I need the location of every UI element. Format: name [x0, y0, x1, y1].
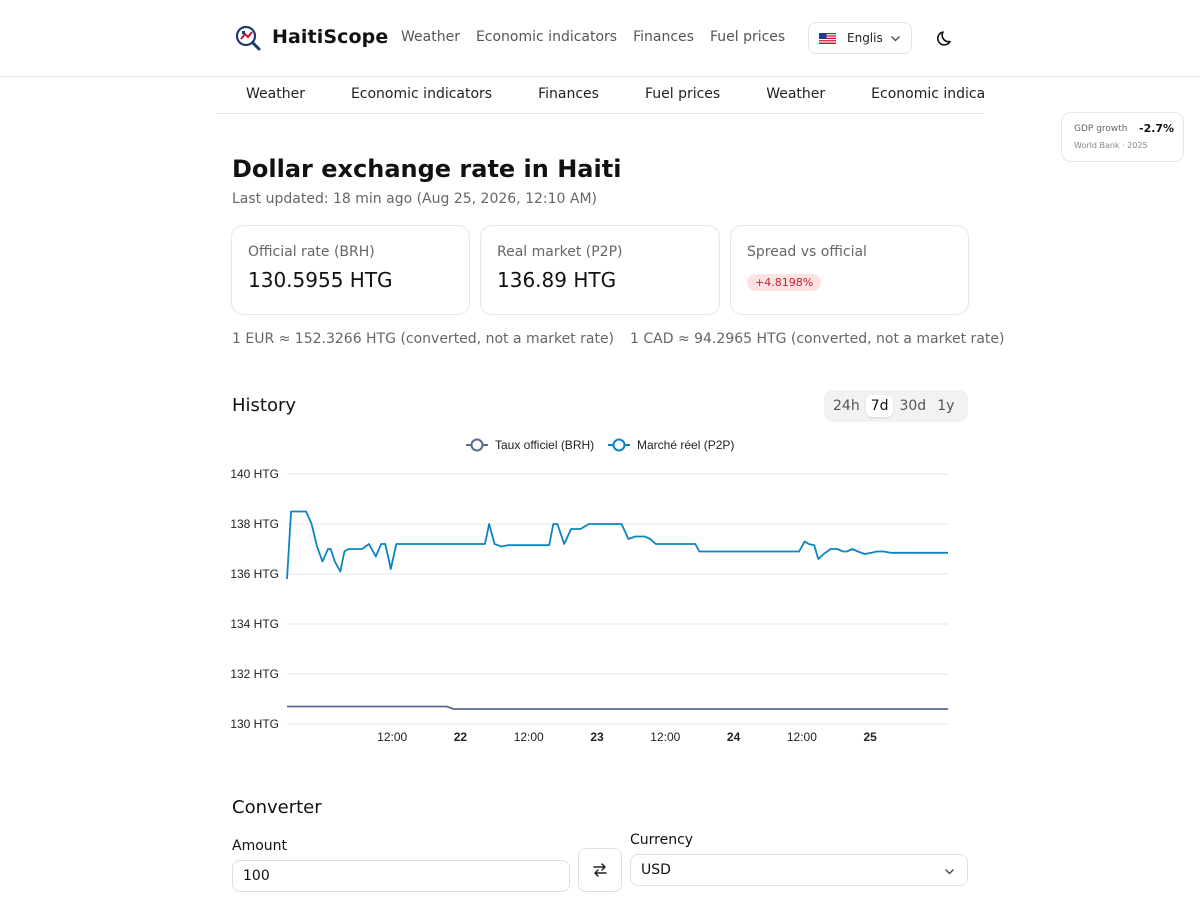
y-axis: 130 HTG 132 HTG 134 HTG 136 HTG 138 HTG 140 H…	[230, 467, 279, 731]
spread-label: Spread vs official	[747, 244, 867, 260]
official-rate-label: Official rate (BRH)	[248, 244, 375, 260]
range-selector: 24h 7d 30d 1y	[824, 390, 968, 422]
official-rate-card: Official rate (BRH) 130.5955 HTG	[231, 225, 470, 315]
y-tick-label: 140 HTG	[230, 467, 279, 481]
tab-weather[interactable]: Weather	[246, 86, 305, 102]
gdp-growth-badge[interactable]: GDP growth -2.7% World Bank · 2025	[1061, 112, 1184, 162]
spread-card: Spread vs official +4.8198%	[730, 225, 969, 315]
x-tick-label: 12:00	[650, 730, 680, 744]
x-tick-label: 12:00	[787, 730, 817, 744]
x-tick-label: 12:00	[514, 730, 544, 744]
chart-legend: Taux officiel (BRH) Marché réel (P2P)	[466, 438, 734, 452]
market-rate-value: 136.89 HTG	[497, 268, 617, 292]
converter-title: Converter	[232, 797, 322, 818]
nav-fuel-prices[interactable]: Fuel prices	[710, 29, 785, 45]
currency-conversions: 1 EUR ≈ 152.3266 HTG (converted, not a m…	[232, 331, 1004, 347]
tab-fuel-prices[interactable]: Fuel prices	[645, 86, 720, 102]
series-line-official	[287, 705, 948, 710]
range-24h[interactable]: 24h	[828, 395, 865, 417]
gdp-label: GDP growth	[1074, 124, 1128, 134]
y-tick-label: 136 HTG	[230, 567, 279, 581]
haitiscope-logo-icon[interactable]	[235, 25, 261, 51]
cad-conversion: 1 CAD ≈ 94.2965 HTG (converted, not a ma…	[630, 331, 1005, 347]
tab-finances[interactable]: Finances	[538, 86, 599, 102]
y-tick-label: 132 HTG	[230, 667, 279, 681]
y-tick-label: 130 HTG	[230, 717, 279, 731]
amount-label: Amount	[232, 838, 288, 854]
chevron-down-icon	[891, 36, 900, 42]
x-axis: 12:00 22 12:00 23 12:00 24 12:00 25	[377, 730, 877, 744]
legend-market: Marché réel (P2P)	[608, 438, 734, 452]
legend-marker	[612, 438, 626, 452]
series-line-market	[286, 510, 948, 580]
nav-economic-indicators[interactable]: Economic indicators	[476, 29, 617, 45]
nav-weather[interactable]: Weather	[401, 29, 460, 45]
tab-weather[interactable]: Weather	[766, 86, 825, 102]
last-updated: Last updated: 18 min ago (Aug 25, 2026, …	[232, 191, 597, 207]
official-rate-value: 130.5955 HTG	[248, 268, 393, 292]
market-rate-card: Real market (P2P) 136.89 HTG	[480, 225, 720, 315]
brand-name[interactable]: HaitiScope	[272, 26, 388, 48]
chart-series	[286, 510, 948, 710]
y-tick-label: 134 HTG	[230, 617, 279, 631]
range-1y[interactable]: 1y	[932, 395, 959, 417]
currency-label: Currency	[630, 832, 694, 848]
gdp-source: World Bank · 2025	[1074, 141, 1148, 150]
currency-value: USD	[641, 862, 671, 878]
nav-finances[interactable]: Finances	[633, 29, 694, 45]
legend-official: Taux officiel (BRH)	[466, 438, 594, 452]
tab-economic-indicators[interactable]: Economic indicato	[871, 86, 984, 102]
range-30d[interactable]: 30d	[894, 395, 931, 417]
x-tick-label: 23	[590, 730, 604, 744]
legend-label: Marché réel (P2P)	[637, 438, 734, 452]
eur-conversion: 1 EUR ≈ 152.3266 HTG (converted, not a m…	[232, 331, 615, 347]
legend-label: Taux officiel (BRH)	[495, 438, 594, 452]
history-title: History	[232, 395, 297, 416]
swap-arrows-icon	[593, 863, 607, 877]
language-label: Englis	[847, 31, 883, 45]
swap-button[interactable]	[578, 848, 622, 892]
exchange-rate-chart: Taux officiel (BRH) Marché réel (P2P) 130…	[230, 438, 948, 744]
top-nav: Weather Economic indicators Finances Fue…	[401, 29, 785, 45]
us-flag-icon	[819, 32, 836, 44]
x-tick-label: 24	[727, 730, 741, 744]
x-tick-label: 25	[863, 730, 877, 744]
x-tick-label: 22	[454, 730, 468, 744]
amount-input[interactable]	[232, 860, 570, 892]
spread-badge: +4.8198%	[747, 274, 822, 291]
top-header: HaitiScope Weather Economic indicators F…	[0, 0, 1200, 77]
tab-economic-indicators[interactable]: Economic indicators	[351, 86, 492, 102]
moon-icon[interactable]	[935, 27, 957, 49]
page-title: Dollar exchange rate in Haiti	[232, 155, 622, 183]
y-tick-label: 138 HTG	[230, 517, 279, 531]
currency-select[interactable]: USD	[630, 854, 968, 886]
legend-marker	[470, 438, 484, 452]
gdp-value: -2.7%	[1139, 122, 1175, 135]
chevron-down-icon	[945, 869, 954, 875]
chart-grid	[287, 473, 948, 725]
range-7d[interactable]: 7d	[865, 395, 894, 417]
market-rate-label: Real market (P2P)	[497, 244, 623, 260]
language-select[interactable]: Englis	[808, 22, 912, 54]
section-tabs: Weather Economic indicators Finances Fue…	[216, 77, 984, 114]
x-tick-label: 12:00	[377, 730, 407, 744]
